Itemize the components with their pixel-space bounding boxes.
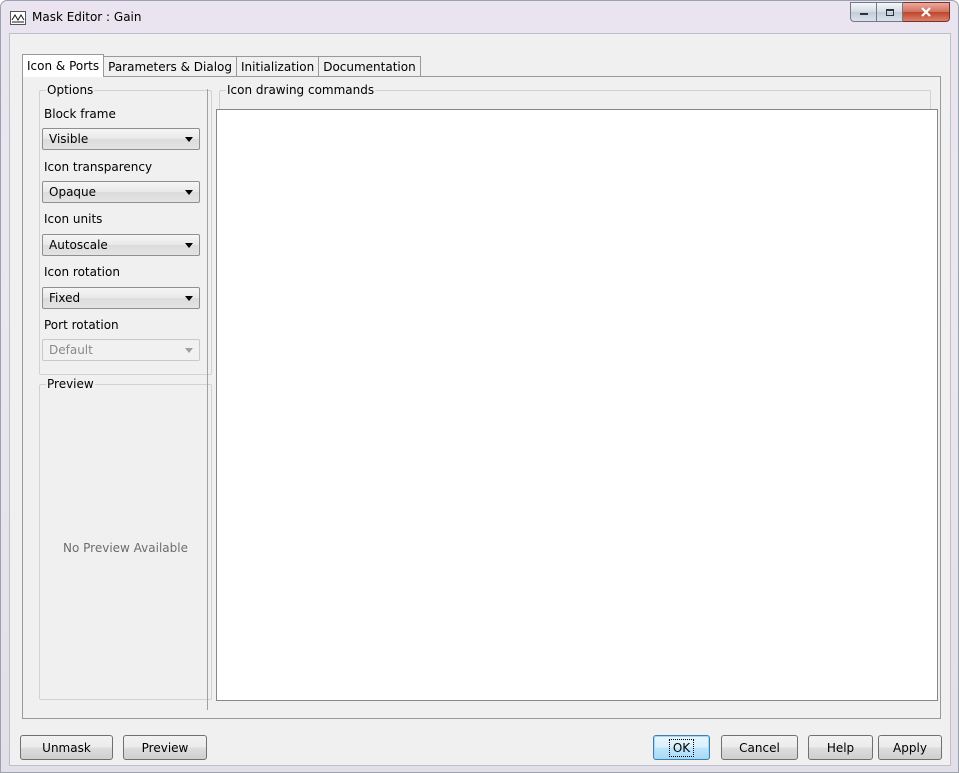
block-frame-dropdown[interactable]: Visible — [42, 128, 200, 150]
tab-parameters-and-dialog[interactable]: Parameters & Dialog — [104, 56, 238, 77]
tab-initialization[interactable]: Initialization — [237, 56, 320, 77]
tab-icon-and-ports[interactable]: Icon & Ports — [22, 54, 105, 77]
dropdown-arrow-icon — [185, 296, 193, 301]
preview-button[interactable]: Preview — [123, 735, 207, 760]
minimize-icon — [859, 13, 868, 15]
block-frame-value: Visible — [49, 132, 89, 146]
block-frame-label: Block frame — [44, 107, 116, 121]
port-rotation-label: Port rotation — [44, 318, 119, 332]
close-icon — [921, 7, 931, 17]
dropdown-arrow-icon — [185, 137, 193, 142]
icon-transparency-label: Icon transparency — [44, 160, 153, 174]
icon-units-value: Autoscale — [49, 238, 108, 252]
preview-group: Preview No Preview Available — [39, 377, 212, 700]
unmask-button[interactable]: Unmask — [20, 735, 113, 760]
panel-divider[interactable] — [207, 89, 208, 710]
icon-transparency-value: Opaque — [49, 185, 97, 199]
no-preview-message: No Preview Available — [63, 541, 188, 555]
icon-units-label: Icon units — [44, 212, 103, 226]
simulink-block-icon — [10, 11, 26, 25]
preview-legend: Preview — [46, 377, 95, 391]
title-bar[interactable]: Mask Editor : Gain — [1, 1, 958, 33]
ok-button[interactable]: OK — [653, 735, 710, 760]
icon-transparency-dropdown[interactable]: Opaque — [42, 181, 200, 203]
port-rotation-value: Default — [49, 343, 93, 357]
icon-rotation-label: Icon rotation — [44, 265, 120, 279]
caption-buttons — [850, 2, 950, 23]
close-button[interactable] — [903, 2, 950, 22]
port-rotation-dropdown: Default — [42, 339, 200, 361]
dropdown-arrow-icon — [185, 190, 193, 195]
maximize-icon — [885, 8, 894, 16]
apply-button[interactable]: Apply — [878, 735, 942, 760]
icon-drawing-commands-legend: Icon drawing commands — [226, 83, 376, 97]
minimize-button[interactable] — [850, 2, 877, 22]
ok-button-label: OK — [668, 738, 695, 757]
icon-rotation-value: Fixed — [49, 291, 81, 305]
cancel-button[interactable]: Cancel — [721, 735, 798, 760]
icon-units-dropdown[interactable]: Autoscale — [42, 234, 200, 256]
maximize-button[interactable] — [877, 2, 903, 22]
dropdown-arrow-icon — [185, 348, 193, 353]
options-legend: Options — [46, 83, 95, 97]
icon-drawing-commands-editor[interactable] — [216, 109, 938, 701]
tab-bar: Icon & Ports Parameters & Dialog Initial… — [22, 54, 421, 77]
help-button[interactable]: Help — [808, 735, 873, 760]
window-title: Mask Editor : Gain — [32, 10, 142, 24]
icon-rotation-dropdown[interactable]: Fixed — [42, 287, 200, 309]
tab-documentation[interactable]: Documentation — [319, 56, 421, 77]
mask-editor-window: Mask Editor : Gain Icon & Ports Paramete… — [0, 0, 959, 773]
dropdown-arrow-icon — [185, 243, 193, 248]
